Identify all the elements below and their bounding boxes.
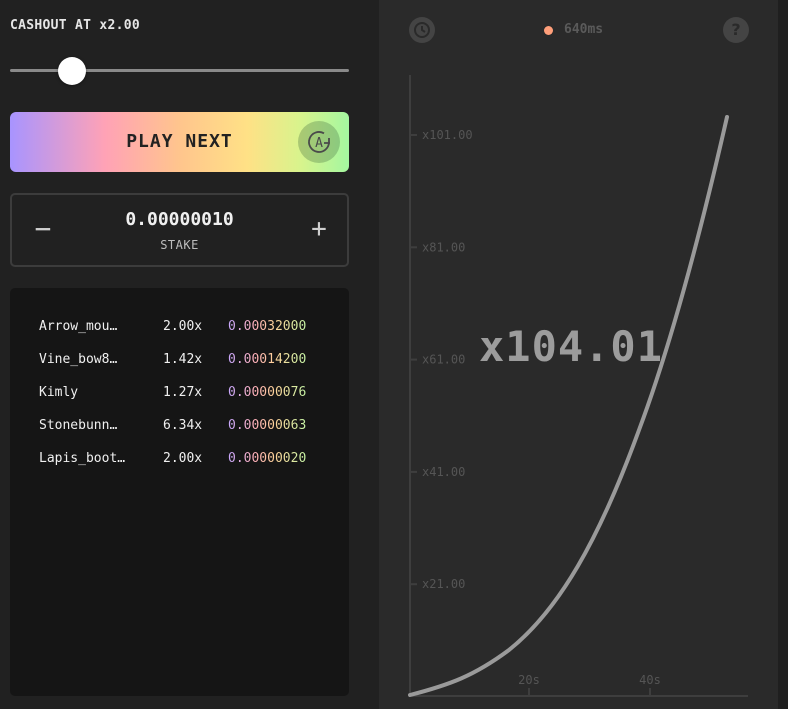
x-tick-label: 40s bbox=[639, 673, 661, 687]
y-tick-group: x101.00 x81.00 x61.00 x41.00 x21.00 bbox=[410, 128, 473, 591]
current-multiplier: x104.01 bbox=[479, 322, 664, 371]
bet-amount: 0.00000076 bbox=[228, 385, 307, 400]
y-tick-label: x21.00 bbox=[422, 577, 465, 591]
bet-player-name: Kimly bbox=[39, 385, 79, 400]
bet-row: Stonebunn… 6.34x 0.00000063 bbox=[39, 418, 339, 438]
bet-row: Arrow_mou… 2.00x 0.00032000 bbox=[39, 319, 339, 339]
bet-amount: 0.00000063 bbox=[228, 418, 307, 433]
bet-multiplier: 2.00x bbox=[163, 451, 203, 466]
bet-amount: 0.00032000 bbox=[228, 319, 307, 334]
graph-panel: 640ms ? x101.00 x81.00 x61.00 x41.00 x21.00 … bbox=[379, 0, 778, 709]
y-tick-label: x61.00 bbox=[422, 353, 465, 367]
bet-amount: 0.00000020 bbox=[228, 451, 307, 466]
bet-player-name: Lapis_boot… bbox=[39, 451, 126, 466]
play-next-button[interactable]: PLAY NEXT A bbox=[10, 112, 349, 172]
bet-player-name: Vine_bow8… bbox=[39, 352, 118, 367]
slider-thumb[interactable] bbox=[58, 57, 86, 85]
bet-multiplier: 1.27x bbox=[163, 385, 203, 400]
bet-multiplier: 6.34x bbox=[163, 418, 203, 433]
right-edge bbox=[778, 0, 788, 709]
bets-list: Arrow_mou… 2.00x 0.00032000 Vine_bow8… 1… bbox=[10, 288, 349, 696]
auto-play-letter: A bbox=[315, 136, 323, 151]
stake-value[interactable]: 0.00000010 bbox=[72, 209, 287, 230]
bet-row: Vine_bow8… 1.42x 0.00014200 bbox=[39, 352, 339, 372]
cashout-label: CASHOUT AT x2.00 bbox=[10, 18, 141, 33]
bet-player-name: Stonebunn… bbox=[39, 418, 118, 433]
control-panel: CASHOUT AT x2.00 PLAY NEXT A − 0.0000001… bbox=[0, 0, 379, 709]
bet-row: Kimly 1.27x 0.00000076 bbox=[39, 385, 339, 405]
increase-stake-button[interactable]: + bbox=[306, 215, 332, 245]
decrease-stake-button[interactable]: − bbox=[30, 215, 56, 245]
bet-multiplier: 1.42x bbox=[163, 352, 203, 367]
bet-multiplier: 2.00x bbox=[163, 319, 203, 334]
bet-row: Lapis_boot… 2.00x 0.00000020 bbox=[39, 451, 339, 471]
y-tick-label: x41.00 bbox=[422, 465, 465, 479]
cashout-slider[interactable] bbox=[10, 56, 349, 86]
stake-box: − 0.00000010 STAKE + bbox=[10, 193, 349, 267]
auto-play-icon[interactable]: A bbox=[298, 121, 340, 163]
bet-player-name: Arrow_mou… bbox=[39, 319, 118, 334]
y-tick-label: x101.00 bbox=[422, 128, 473, 142]
bet-amount: 0.00014200 bbox=[228, 352, 307, 367]
stake-label: STAKE bbox=[160, 238, 199, 252]
y-tick-label: x81.00 bbox=[422, 240, 465, 254]
multiplier-curve bbox=[408, 115, 729, 697]
x-tick-group: 20s 40s bbox=[518, 673, 661, 696]
x-tick-label: 20s bbox=[518, 673, 540, 687]
